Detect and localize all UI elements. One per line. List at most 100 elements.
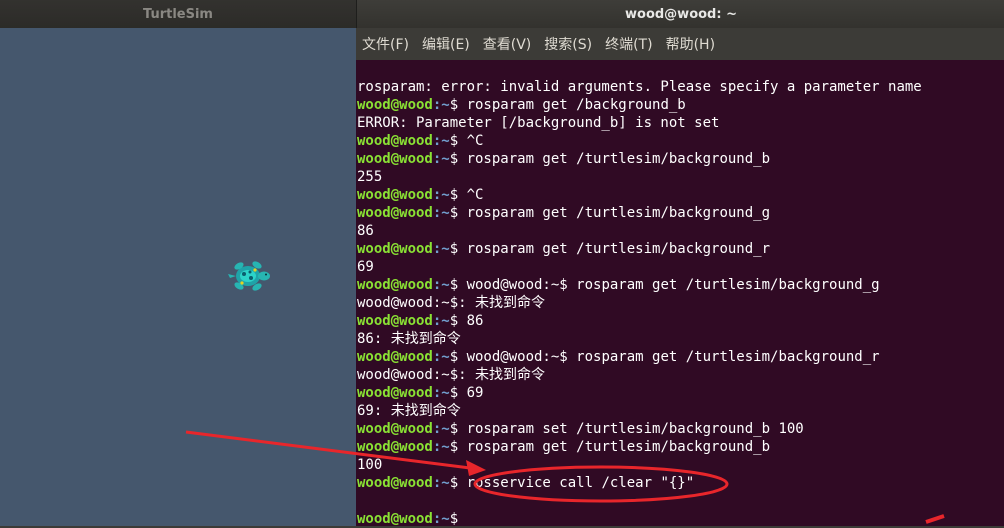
line-text: wood@wood:~$ rosparam get /turtlesim/bac… bbox=[466, 277, 880, 293]
turtlesim-title: TurtleSim bbox=[143, 6, 213, 22]
terminal-output-line: rosparam: error: invalid arguments. Plea… bbox=[357, 78, 1003, 96]
terminal-command-line: wood@wood:~$ 86 bbox=[357, 312, 1003, 330]
line-text: ^C bbox=[466, 133, 484, 149]
terminal-output[interactable]: rosparam: error: invalid arguments. Plea… bbox=[357, 78, 1003, 528]
prompt-user: wood@wood bbox=[357, 241, 433, 257]
prompt-path: :~ bbox=[432, 511, 450, 527]
line-text: rosparam get /background_b bbox=[466, 97, 686, 113]
line-text: 86 bbox=[357, 223, 374, 239]
line-text: ERROR: Parameter [/background_b] is not … bbox=[357, 115, 720, 131]
line-text: wood@wood:~$: 未找到命令 bbox=[357, 295, 546, 311]
terminal-command-line: wood@wood:~$ rosparam get /turtlesim/bac… bbox=[357, 150, 1003, 168]
prompt-user: wood@wood bbox=[357, 475, 433, 491]
prompt-path: :~ bbox=[432, 133, 450, 149]
terminal-command-line: wood@wood:~$ rosparam get /turtlesim/bac… bbox=[357, 438, 1003, 456]
prompt-user: wood@wood bbox=[357, 205, 433, 221]
terminal-command-line: wood@wood:~$ bbox=[357, 510, 1003, 528]
terminal-output-line: wood@wood:~$: 未找到命令 bbox=[357, 294, 1003, 312]
terminal-output-line: ERROR: Parameter [/background_b] is not … bbox=[357, 114, 1003, 132]
turtle-sprite bbox=[228, 261, 270, 291]
prompt-user: wood@wood bbox=[357, 439, 433, 455]
line-text: wood@wood:~$: 未找到命令 bbox=[357, 367, 546, 383]
prompt-symbol: $ bbox=[449, 151, 467, 167]
terminal-output-line: 86: 未找到命令 bbox=[357, 330, 1003, 348]
terminal-title: wood@wood: ~ bbox=[625, 6, 737, 22]
prompt-path: :~ bbox=[432, 475, 450, 491]
prompt-symbol: $ bbox=[449, 241, 467, 257]
prompt-path: :~ bbox=[432, 313, 450, 329]
terminal-command-line: wood@wood:~$ wood@wood:~$ rosparam get /… bbox=[357, 348, 1003, 366]
prompt-path: :~ bbox=[432, 205, 450, 221]
prompt-user: wood@wood bbox=[357, 385, 433, 401]
terminal-output-line: wood@wood:~$: 未找到命令 bbox=[357, 366, 1003, 384]
prompt-user: wood@wood bbox=[357, 277, 433, 293]
prompt-symbol: $ bbox=[449, 205, 467, 221]
prompt-path: :~ bbox=[432, 277, 450, 293]
line-text: 86 bbox=[466, 313, 484, 329]
prompt-user: wood@wood bbox=[357, 313, 433, 329]
prompt-path: :~ bbox=[432, 151, 450, 167]
terminal-command-line: wood@wood:~$ rosparam get /turtlesim/bac… bbox=[357, 204, 1003, 222]
line-text: 86: 未找到命令 bbox=[357, 331, 461, 347]
menu-terminal[interactable]: 终端(T) bbox=[605, 34, 652, 54]
line-text: wood@wood:~$ rosparam get /turtlesim/bac… bbox=[466, 349, 880, 365]
menu-file[interactable]: 文件(F) bbox=[362, 34, 409, 54]
prompt-user: wood@wood bbox=[357, 187, 433, 203]
prompt-symbol: $ bbox=[449, 349, 467, 365]
terminal-output-line: 100 bbox=[357, 456, 1003, 474]
terminal-output-line: 255 bbox=[357, 168, 1003, 186]
prompt-symbol: $ bbox=[449, 511, 467, 527]
line-text: rosparam get /turtlesim/background_b bbox=[466, 151, 771, 167]
line-text: 100 bbox=[357, 457, 383, 473]
turtlesim-titlebar[interactable]: TurtleSim bbox=[0, 0, 356, 28]
terminal-command-line: wood@wood:~$ ^C bbox=[357, 186, 1003, 204]
line-text: 69 bbox=[466, 385, 484, 401]
prompt-symbol: $ bbox=[449, 439, 467, 455]
prompt-path: :~ bbox=[432, 349, 450, 365]
terminal-command-line: wood@wood:~$ rosparam get /background_b bbox=[357, 96, 1003, 114]
line-text: 69: 未找到命令 bbox=[357, 403, 461, 419]
prompt-path: :~ bbox=[432, 439, 450, 455]
prompt-user: wood@wood bbox=[357, 349, 433, 365]
terminal-command-line: wood@wood:~$ rosparam set /turtlesim/bac… bbox=[357, 420, 1003, 438]
terminal-command-line: wood@wood:~$ rosparam get /turtlesim/bac… bbox=[357, 240, 1003, 258]
prompt-symbol: $ bbox=[449, 277, 467, 293]
terminal-command-line: wood@wood:~$ rosservice call /clear "{}" bbox=[357, 474, 1003, 492]
line-text: ^C bbox=[466, 187, 484, 203]
prompt-symbol: $ bbox=[449, 421, 467, 437]
prompt-path: :~ bbox=[432, 421, 450, 437]
terminal-command-line: wood@wood:~$ wood@wood:~$ rosparam get /… bbox=[357, 276, 1003, 294]
terminal-command-line: wood@wood:~$ 69 bbox=[357, 384, 1003, 402]
prompt-symbol: $ bbox=[449, 385, 467, 401]
prompt-path: :~ bbox=[432, 385, 450, 401]
line-text: rosparam: error: invalid arguments. Plea… bbox=[357, 79, 922, 95]
prompt-path: :~ bbox=[432, 97, 450, 113]
menu-edit[interactable]: 编辑(E) bbox=[422, 34, 470, 54]
line-text: rosparam get /turtlesim/background_g bbox=[466, 205, 771, 221]
terminal-window[interactable]: wood@wood: ~ 文件(F) 编辑(E) 查看(V) 搜索(S) 终端(… bbox=[356, 0, 1004, 528]
prompt-symbol: $ bbox=[449, 97, 467, 113]
terminal-output-line: 69: 未找到命令 bbox=[357, 402, 1003, 420]
prompt-path: :~ bbox=[432, 187, 450, 203]
menu-view[interactable]: 查看(V) bbox=[483, 34, 532, 54]
turtlesim-window: TurtleSim bbox=[0, 0, 356, 526]
line-text: 255 bbox=[357, 169, 383, 185]
prompt-user: wood@wood bbox=[357, 133, 433, 149]
prompt-symbol: $ bbox=[449, 475, 467, 491]
terminal-output-line: 69 bbox=[357, 258, 1003, 276]
prompt-user: wood@wood bbox=[357, 421, 433, 437]
prompt-user: wood@wood bbox=[357, 511, 433, 527]
prompt-symbol: $ bbox=[449, 187, 467, 203]
prompt-symbol: $ bbox=[449, 133, 467, 149]
prompt-symbol: $ bbox=[449, 313, 467, 329]
menu-search[interactable]: 搜索(S) bbox=[544, 34, 592, 54]
terminal-titlebar[interactable]: wood@wood: ~ bbox=[356, 0, 1004, 28]
prompt-user: wood@wood bbox=[357, 97, 433, 113]
menu-help[interactable]: 帮助(H) bbox=[666, 34, 715, 54]
prompt-user: wood@wood bbox=[357, 151, 433, 167]
line-text: rosparam set /turtlesim/background_b 100 bbox=[466, 421, 804, 437]
terminal-output-line: 86 bbox=[357, 222, 1003, 240]
line-text: 69 bbox=[357, 259, 374, 275]
line-text: rosparam get /turtlesim/background_r bbox=[466, 241, 771, 257]
